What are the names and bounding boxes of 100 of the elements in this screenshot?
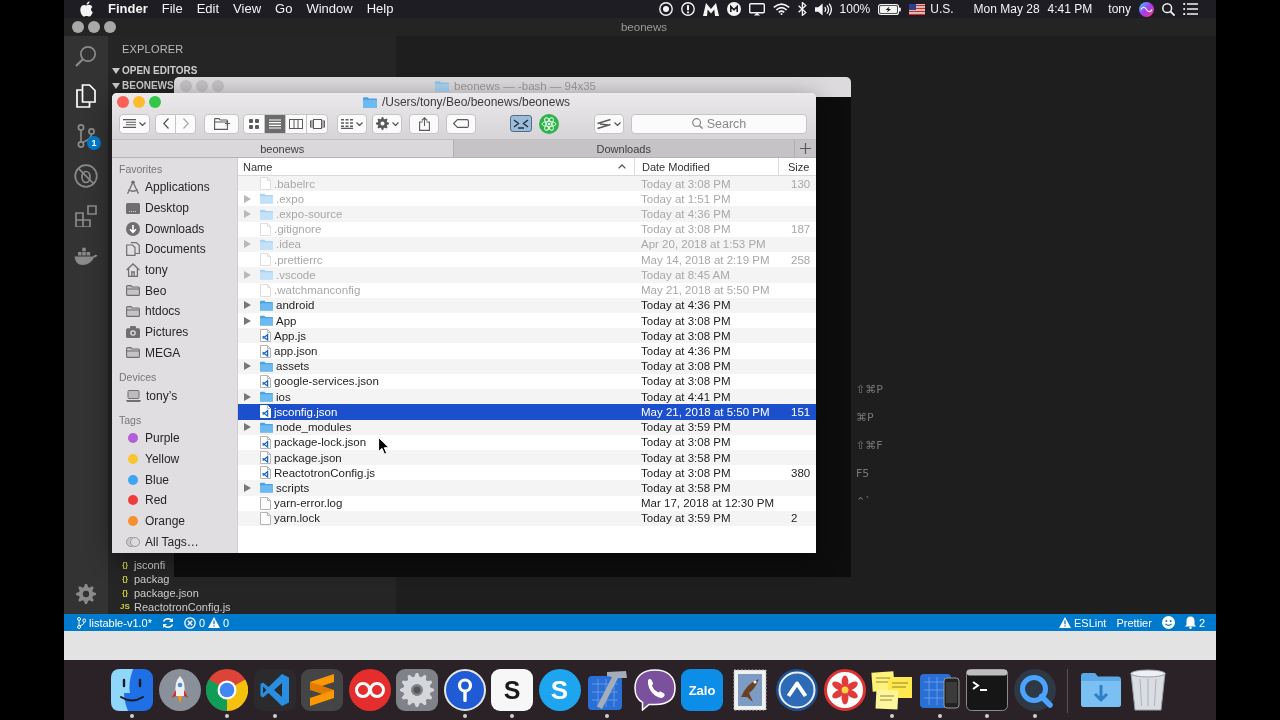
menu-item[interactable]: File <box>154 0 190 18</box>
sidebar-item[interactable]: tony <box>126 259 168 281</box>
explorer-file-item[interactable]: {} packag <box>120 572 170 586</box>
minimize-button[interactable] <box>88 21 100 33</box>
new-folder-button[interactable] <box>204 113 239 134</box>
zoom-button[interactable] <box>104 21 116 33</box>
disclosure-triangle-icon[interactable] <box>244 484 251 492</box>
menu-item[interactable]: Edit <box>189 0 227 18</box>
bluetooth-icon[interactable] <box>797 2 807 16</box>
terminal-shortcut-button[interactable] <box>510 112 532 135</box>
search-field[interactable]: Search <box>631 113 807 134</box>
column-header[interactable]: Name <box>238 158 634 175</box>
file-row[interactable]: jsconfig.json May 21, 2018 at 5:50 PM 151 <box>238 404 816 420</box>
section-header[interactable]: BEONEWS <box>108 79 174 92</box>
file-row[interactable]: App.js Today at 3:08 PM <box>238 328 816 344</box>
m-logo-icon[interactable] <box>702 2 719 16</box>
icons-view-button[interactable] <box>243 113 265 134</box>
magnifier-app-icon[interactable] <box>1013 669 1056 711</box>
hammer-app-icon[interactable] <box>586 669 628 711</box>
sidebar-item[interactable]: htdocs <box>126 301 181 322</box>
explorer-file-item[interactable]: {} jsconfi <box>120 558 166 572</box>
ribbon-app-icon[interactable] <box>253 669 296 711</box>
circle-m-icon[interactable] <box>726 2 741 16</box>
menu-item[interactable]: Go <box>268 0 300 18</box>
flag-icon[interactable] <box>909 3 926 15</box>
view-options-button[interactable] <box>119 113 150 134</box>
sidebar-item[interactable]: Purple <box>126 427 180 449</box>
search-icon[interactable] <box>1162 2 1175 16</box>
tricolor-circle-app-icon[interactable] <box>206 669 248 711</box>
menu-item[interactable]: View <box>226 0 269 18</box>
menu-item[interactable]: Help <box>359 0 401 18</box>
wordmark-app-icon[interactable]: Zalo <box>681 669 723 711</box>
alert-circle-icon[interactable] <box>680 2 695 16</box>
smiling-face-app-icon[interactable] <box>111 669 153 711</box>
apple-icon[interactable] <box>80 1 93 17</box>
sidebar-item[interactable]: Beo <box>126 280 167 302</box>
phone-bubble-app-icon[interactable] <box>633 669 676 711</box>
rocket-app-icon[interactable] <box>158 669 201 711</box>
menu-bar-time[interactable]: 4:41 PM <box>1047 0 1093 18</box>
section-header[interactable]: OPEN EDITORS <box>108 62 198 79</box>
menu-bar-date[interactable]: Mon May 28 <box>973 0 1040 18</box>
gear-app-icon[interactable] <box>396 669 438 711</box>
two-rings-app-icon[interactable] <box>348 669 391 711</box>
sidebar-item[interactable]: MEGA <box>126 342 181 364</box>
wifi-icon[interactable] <box>772 3 790 15</box>
sidebar-item[interactable]: Red <box>126 489 167 511</box>
sticky-notes-app-icon[interactable] <box>871 669 913 711</box>
formatter-button[interactable]: Prettier <box>1111 614 1157 631</box>
sidebar-item[interactable]: Downloads <box>126 218 205 240</box>
group-button[interactable] <box>337 113 367 134</box>
back-button[interactable] <box>155 113 176 134</box>
battery-charging-icon[interactable] <box>878 3 902 15</box>
record-icon[interactable] <box>658 2 673 16</box>
letter-app-icon[interactable]: S <box>491 669 533 711</box>
stripes-app-icon[interactable] <box>301 669 343 711</box>
gallery-view-button[interactable] <box>306 113 328 134</box>
volume-icon[interactable] <box>814 2 832 16</box>
sidebar-item[interactable]: Desktop <box>126 197 190 219</box>
close-button[interactable] <box>72 21 84 33</box>
sidebar-item[interactable]: tony’s <box>126 385 178 406</box>
open-with-button[interactable] <box>594 113 624 134</box>
display-icon[interactable] <box>748 2 765 16</box>
app-menu[interactable]: Finder <box>101 0 155 18</box>
menu-item[interactable]: Window <box>299 0 360 18</box>
terminal-app-icon[interactable] <box>966 669 1008 711</box>
sidebar-item[interactable]: Yellow <box>126 448 180 470</box>
trash-icon[interactable] <box>1127 669 1169 711</box>
tag-button[interactable] <box>446 113 476 134</box>
sidebar-item[interactable]: Blue <box>126 469 170 490</box>
explorer-file-item[interactable]: {} package.json <box>120 586 199 600</box>
columns-view-button[interactable] <box>285 113 307 134</box>
sidebar-item[interactable]: All Tags… <box>126 531 199 552</box>
problems-button[interactable]: 0 0 <box>179 614 235 631</box>
notifications-button[interactable]: 2 <box>1179 614 1210 631</box>
share-button[interactable] <box>409 113 439 134</box>
file-row[interactable]: ios Today at 4:41 PM <box>238 389 816 405</box>
disclosure-triangle-icon[interactable] <box>244 392 251 401</box>
chevron-circle-app-icon[interactable] <box>776 669 818 711</box>
siri-icon[interactable] <box>1139 1 1154 17</box>
tab[interactable]: beonews <box>112 140 454 157</box>
keyhole-app-icon[interactable] <box>443 669 486 711</box>
disclosure-triangle-icon[interactable] <box>244 362 251 371</box>
column-header[interactable]: Date Modified <box>634 158 778 175</box>
column-header[interactable]: Size <box>778 158 816 175</box>
branch-button[interactable]: listable-v1.0* <box>72 614 157 631</box>
action-button[interactable] <box>372 113 402 134</box>
list-icon[interactable] <box>1183 3 1198 15</box>
flower-app-icon[interactable] <box>823 669 866 711</box>
file-row[interactable]: scripts Today at 3:58 PM <box>238 480 816 496</box>
sidebar-item[interactable]: Applications <box>126 177 210 198</box>
disclosure-triangle-icon[interactable] <box>244 423 251 432</box>
source-control-view-button[interactable]: 1 <box>64 116 108 156</box>
sidebar-item[interactable]: Orange <box>126 510 186 532</box>
sidebar-item[interactable]: Documents <box>126 239 206 260</box>
explorer-file-item[interactable]: JS ReactotronConfig.js <box>120 600 231 614</box>
input-source[interactable]: U.S. <box>930 0 954 18</box>
sidebar-item[interactable]: Pictures <box>126 321 189 343</box>
linter-button[interactable]: ESLint <box>1054 614 1112 631</box>
list-view-button[interactable] <box>264 113 286 134</box>
user-menu[interactable]: tony <box>1108 0 1131 18</box>
